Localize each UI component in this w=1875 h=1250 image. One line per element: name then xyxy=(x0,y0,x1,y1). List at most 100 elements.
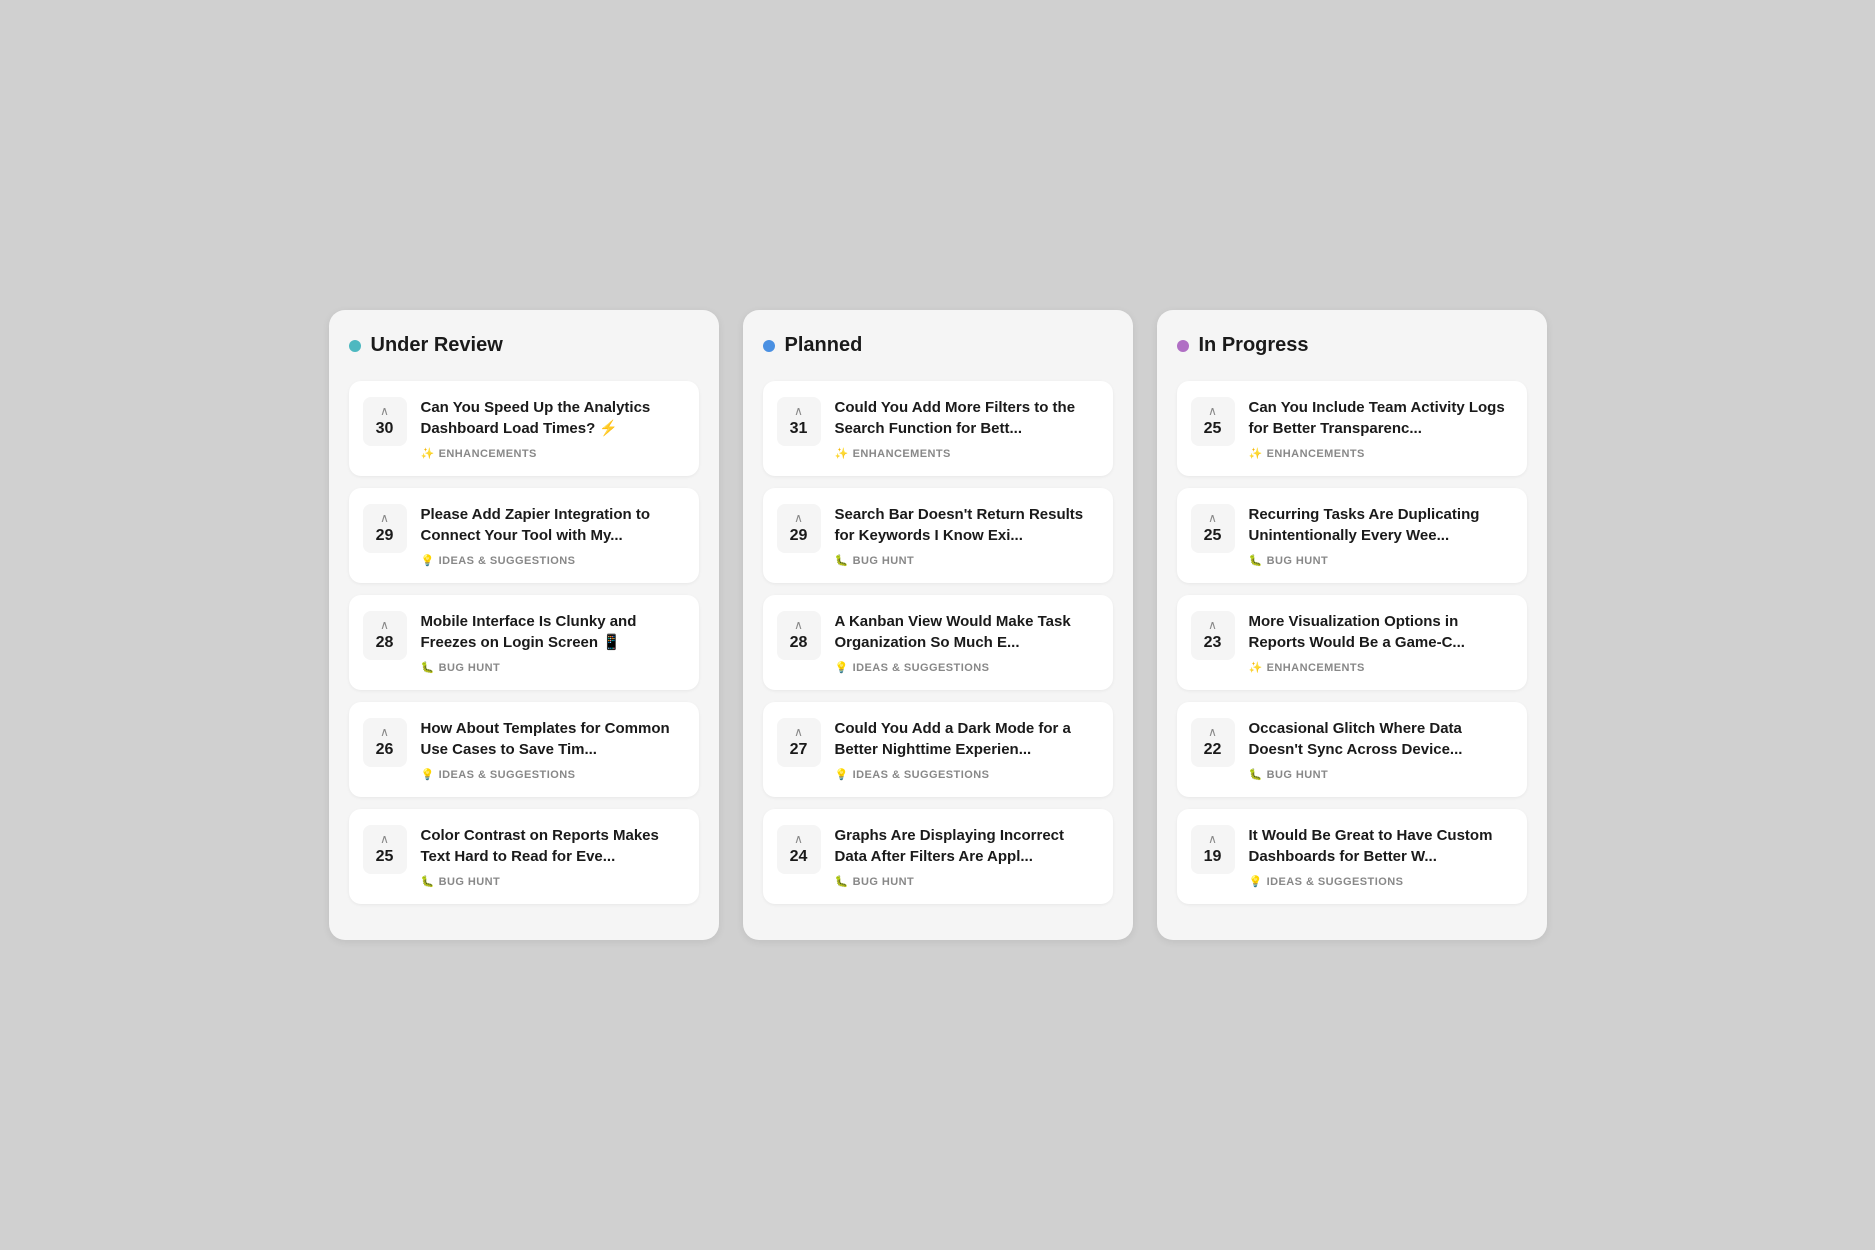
vote-box[interactable]: ∧ 30 xyxy=(363,397,407,446)
tag-text: IDEAS & SUGGESTIONS xyxy=(853,662,990,674)
vote-count: 24 xyxy=(790,847,808,866)
tag-icon: 💡 xyxy=(421,554,435,567)
upvote-arrow[interactable]: ∧ xyxy=(1208,726,1217,738)
tag-icon: 💡 xyxy=(421,768,435,781)
vote-box[interactable]: ∧26 xyxy=(363,718,407,767)
card-title: Recurring Tasks Are Duplicating Unintent… xyxy=(1249,504,1513,546)
vote-box[interactable]: ∧ 28 xyxy=(363,611,407,660)
card-content: Color Contrast on Reports Makes Text Har… xyxy=(421,825,685,888)
column-planned: Planned∧31Could You Add More Filters to … xyxy=(743,310,1133,940)
card[interactable]: ∧19 It Would Be Great to Have Custom Dash… xyxy=(1177,809,1527,904)
tag-icon: 🐛 xyxy=(835,554,849,567)
upvote-arrow[interactable]: ∧ xyxy=(380,512,389,524)
vote-box[interactable]: ∧ 25 xyxy=(1191,397,1235,446)
card[interactable]: ∧25 Color Contrast on Reports Makes Text … xyxy=(349,809,699,904)
tag-icon: 🐛 xyxy=(421,875,435,888)
vote-count: 29 xyxy=(790,526,808,545)
card-content: Mobile Interface Is Clunky and Freezes o… xyxy=(421,611,685,674)
tag-text: BUG HUNT xyxy=(439,876,501,888)
upvote-arrow[interactable]: ∧ xyxy=(1208,405,1217,417)
card-content: How About Templates for Common Use Cases… xyxy=(421,718,685,781)
tag-icon: ✨ xyxy=(421,447,435,460)
card[interactable]: ∧ 29 Please Add Zapier Integration to Conn… xyxy=(349,488,699,583)
card-content: Please Add Zapier Integration to Connect… xyxy=(421,504,685,567)
upvote-arrow[interactable]: ∧ xyxy=(380,405,389,417)
card[interactable]: ∧ 30 Can You Speed Up the Analytics Dashbo… xyxy=(349,381,699,476)
column-in-progress: In Progress∧25Can You Include Team Activ… xyxy=(1157,310,1547,940)
card[interactable]: ∧ 24 Graphs Are Displaying Incorrect Data … xyxy=(763,809,1113,904)
card[interactable]: ∧25Can You Include Team Activity Logs fo… xyxy=(1177,381,1527,476)
card[interactable]: ∧27Could You Add a Dark Mode for a Bette… xyxy=(763,702,1113,797)
column-title-in-progress: In Progress xyxy=(1199,334,1309,357)
upvote-arrow[interactable]: ∧ xyxy=(794,405,803,417)
tag-text: BUG HUNT xyxy=(1267,555,1329,567)
card-content: Graphs Are Displaying Incorrect Data Aft… xyxy=(835,825,1099,888)
vote-count: 30 xyxy=(376,419,394,438)
card[interactable]: ∧ 29 Search Bar Doesn't Return Results for… xyxy=(763,488,1113,583)
vote-count: 22 xyxy=(1204,740,1222,759)
card-tag: ✨ENHANCEMENTS xyxy=(1249,661,1513,674)
card[interactable]: ∧ 23 More Visualization Options in Reports… xyxy=(1177,595,1527,690)
column-title-under-review: Under Review xyxy=(371,334,503,357)
card[interactable]: ∧ 22 Occasional Glitch Where Data Doesn't … xyxy=(1177,702,1527,797)
upvote-arrow[interactable]: ∧ xyxy=(380,833,389,845)
card[interactable]: ∧25 Recurring Tasks Are Duplicating Unint… xyxy=(1177,488,1527,583)
upvote-arrow[interactable]: ∧ xyxy=(380,726,389,738)
tag-icon: 🐛 xyxy=(835,875,849,888)
vote-count: 31 xyxy=(790,419,808,438)
upvote-arrow[interactable]: ∧ xyxy=(794,833,803,845)
upvote-arrow[interactable]: ∧ xyxy=(380,619,389,631)
tag-icon: 🐛 xyxy=(1249,768,1263,781)
vote-box[interactable]: ∧ 27 xyxy=(777,718,821,767)
card-tag: 💡IDEAS & SUGGESTIONS xyxy=(1249,875,1513,888)
upvote-arrow[interactable]: ∧ xyxy=(1208,619,1217,631)
card-title: More Visualization Options in Reports Wo… xyxy=(1249,611,1513,653)
vote-box[interactable]: ∧ 29 xyxy=(363,504,407,553)
column-header-planned: Planned xyxy=(763,334,1113,357)
vote-box[interactable]: ∧ 23 xyxy=(1191,611,1235,660)
tag-text: ENHANCEMENTS xyxy=(1267,448,1365,460)
vote-count: 29 xyxy=(376,526,394,545)
upvote-arrow[interactable]: ∧ xyxy=(794,726,803,738)
vote-count: 27 xyxy=(790,740,808,759)
vote-box[interactable]: ∧ 24 xyxy=(777,825,821,874)
card-content: Occasional Glitch Where Data Doesn't Syn… xyxy=(1249,718,1513,781)
tag-text: ENHANCEMENTS xyxy=(853,448,951,460)
vote-box[interactable]: ∧19 xyxy=(1191,825,1235,874)
tag-icon: 💡 xyxy=(835,768,849,781)
column-dot-in-progress xyxy=(1177,340,1189,352)
tag-text: ENHANCEMENTS xyxy=(1267,662,1365,674)
vote-count: 25 xyxy=(1204,419,1222,438)
card[interactable]: ∧ 28 Mobile Interface Is Clunky and Freeze… xyxy=(349,595,699,690)
tag-icon: 🐛 xyxy=(421,661,435,674)
card-title: Search Bar Doesn't Return Results for Ke… xyxy=(835,504,1099,546)
tag-icon: ✨ xyxy=(1249,447,1263,460)
card-title: A Kanban View Would Make Task Organizati… xyxy=(835,611,1099,653)
card-content: Recurring Tasks Are Duplicating Unintent… xyxy=(1249,504,1513,567)
column-dot-under-review xyxy=(349,340,361,352)
tag-icon: 🐛 xyxy=(1249,554,1263,567)
vote-box[interactable]: ∧ 29 xyxy=(777,504,821,553)
card-content: It Would Be Great to Have Custom Dashboa… xyxy=(1249,825,1513,888)
column-header-in-progress: In Progress xyxy=(1177,334,1527,357)
vote-count: 23 xyxy=(1204,633,1222,652)
card-tag: ✨ENHANCEMENTS xyxy=(421,447,685,460)
upvote-arrow[interactable]: ∧ xyxy=(1208,512,1217,524)
column-dot-planned xyxy=(763,340,775,352)
upvote-arrow[interactable]: ∧ xyxy=(1208,833,1217,845)
card-content: Can You Speed Up the Analytics Dashboard… xyxy=(421,397,685,460)
vote-count: 28 xyxy=(376,633,394,652)
card-content: A Kanban View Would Make Task Organizati… xyxy=(835,611,1099,674)
card[interactable]: ∧31Could You Add More Filters to the Sea… xyxy=(763,381,1113,476)
card[interactable]: ∧28 A Kanban View Would Make Task Organiz… xyxy=(763,595,1113,690)
vote-box[interactable]: ∧25 xyxy=(1191,504,1235,553)
column-title-planned: Planned xyxy=(785,334,863,357)
vote-box[interactable]: ∧ 31 xyxy=(777,397,821,446)
card[interactable]: ∧26 How About Templates for Common Use Ca… xyxy=(349,702,699,797)
upvote-arrow[interactable]: ∧ xyxy=(794,619,803,631)
vote-box[interactable]: ∧ 22 xyxy=(1191,718,1235,767)
card-content: More Visualization Options in Reports Wo… xyxy=(1249,611,1513,674)
vote-box[interactable]: ∧28 xyxy=(777,611,821,660)
vote-box[interactable]: ∧25 xyxy=(363,825,407,874)
upvote-arrow[interactable]: ∧ xyxy=(794,512,803,524)
